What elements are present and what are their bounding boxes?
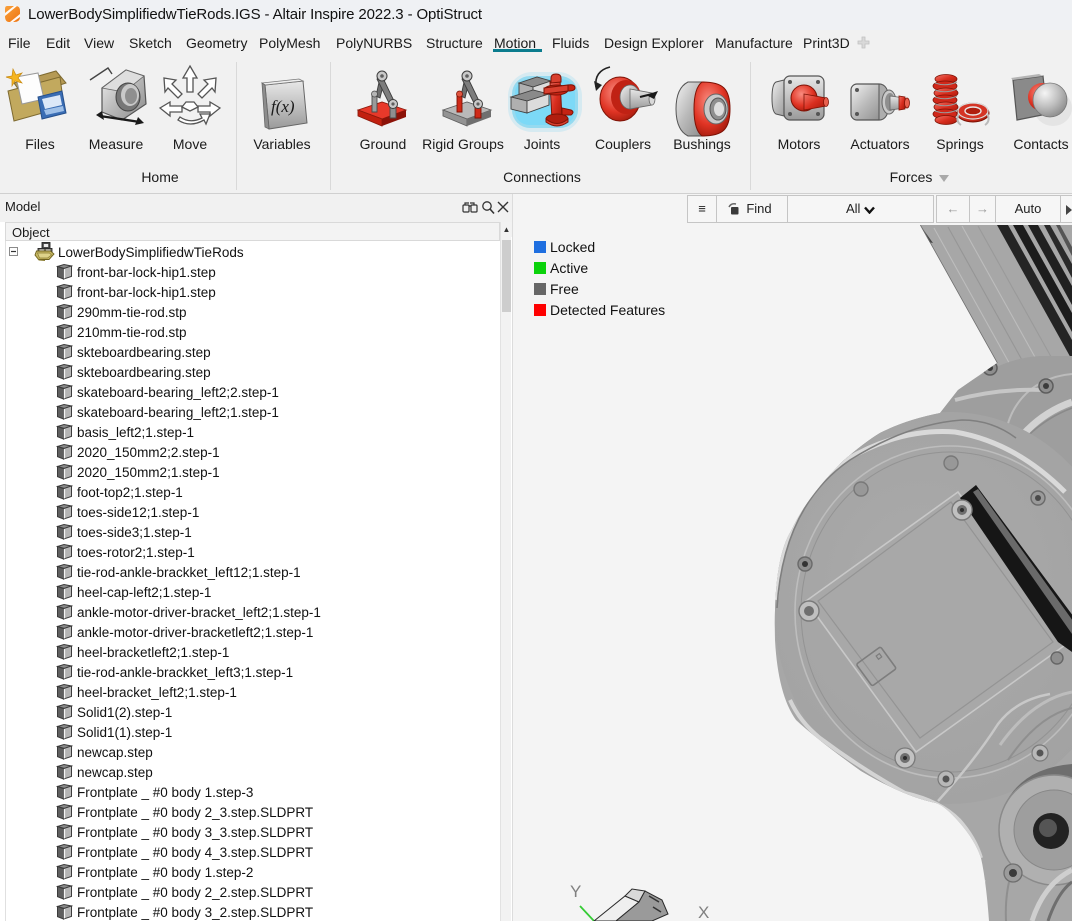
svg-text:f(x): f(x) xyxy=(271,97,295,116)
svg-text:X: X xyxy=(698,903,709,921)
svg-text:Y: Y xyxy=(570,882,581,901)
